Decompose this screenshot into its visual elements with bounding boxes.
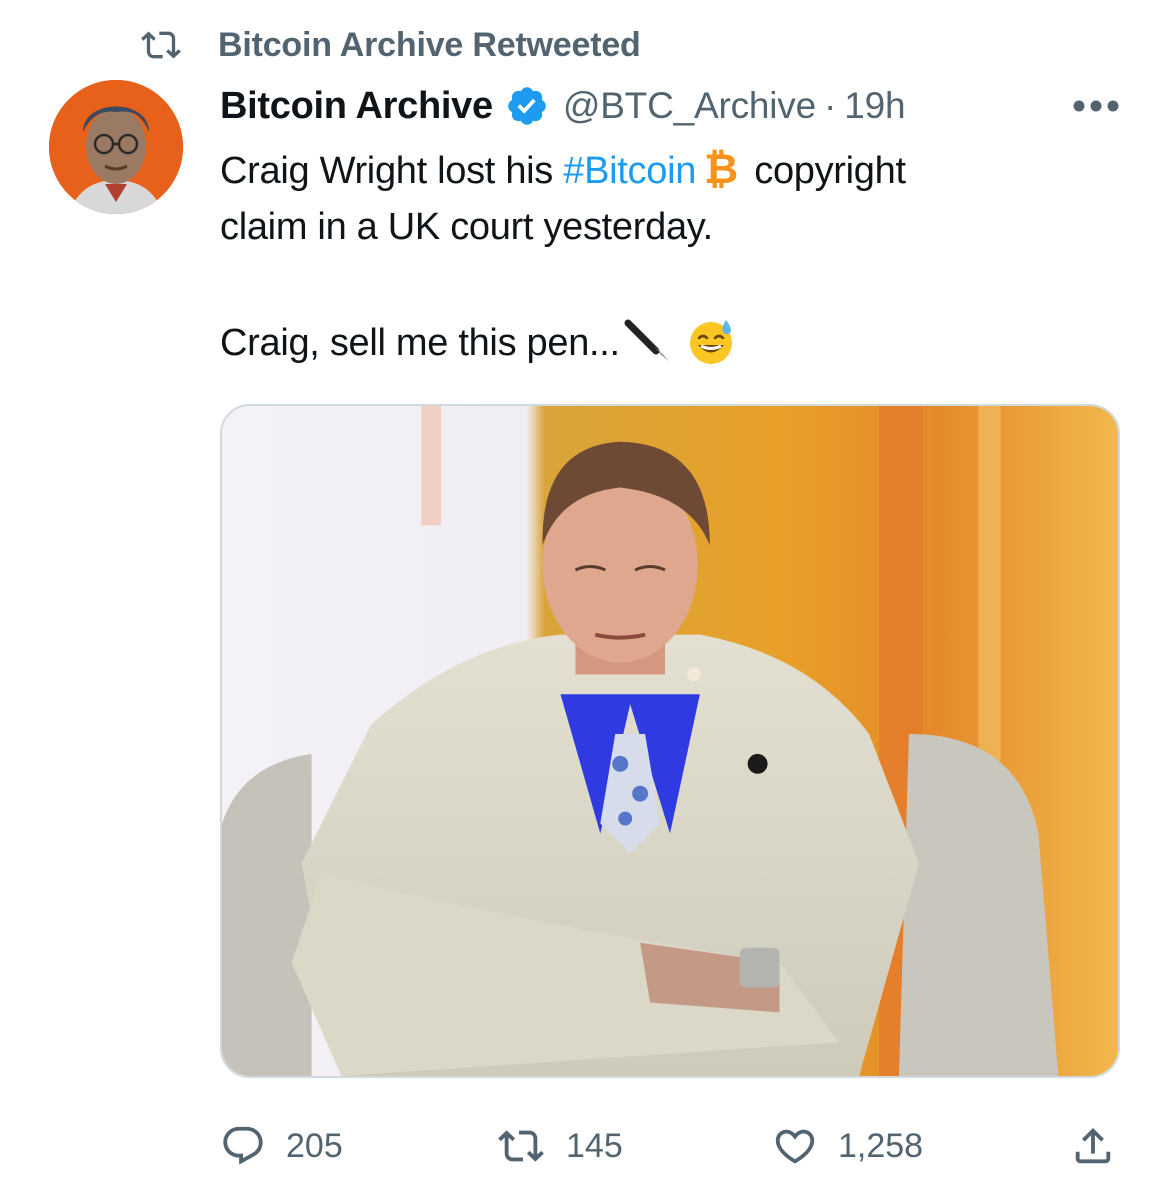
heart-icon: [775, 1129, 815, 1164]
tweet-line-1: Craig Wright lost his #Bitcoin ₿ copyrigh…: [220, 140, 1120, 198]
sweat-smile-emoji: [686, 316, 736, 366]
share-button[interactable]: [1070, 1118, 1116, 1174]
retweet-button[interactable]: 145: [496, 1118, 623, 1174]
tweet-timestamp[interactable]: 19h: [844, 85, 905, 127]
tweet-header: Bitcoin Archive @BTC_Archive · 19h: [220, 80, 906, 132]
avatar[interactable]: [49, 80, 183, 214]
avatar-image: [49, 80, 183, 214]
hashtag-link[interactable]: #Bitcoin: [563, 150, 696, 192]
share-icon: [1075, 1127, 1111, 1164]
tweet-media-image[interactable]: [220, 404, 1120, 1078]
retweet-icon: [498, 1130, 544, 1162]
tweet-text-segment: Craig Wright lost his: [220, 150, 564, 192]
reply-count: 205: [286, 1126, 343, 1165]
photo: [222, 406, 1118, 1076]
more-icon: [1073, 100, 1119, 112]
retweet-header: Bitcoin Archive Retweeted: [138, 22, 641, 68]
verified-badge-icon[interactable]: [505, 84, 549, 128]
retweet-count: 145: [566, 1126, 623, 1165]
more-options-button[interactable]: [1068, 86, 1124, 126]
reply-button[interactable]: 205: [220, 1118, 343, 1174]
tweet-text: Craig Wright lost his #Bitcoin ₿ copyrigh…: [220, 140, 1120, 372]
author-display-name[interactable]: Bitcoin Archive: [220, 85, 493, 128]
author-handle[interactable]: @BTC_Archive: [563, 85, 816, 127]
like-button[interactable]: 1,258: [772, 1118, 923, 1174]
reply-icon: [223, 1126, 263, 1165]
tweet-line-2: claim in a UK court yesterday.: [220, 206, 713, 248]
bitcoin-symbol-icon: ₿: [704, 145, 738, 192]
retweet-icon: [141, 31, 181, 59]
separator-dot: ·: [823, 85, 837, 126]
tweet-line-4: Craig, sell me this pen...: [220, 314, 1120, 372]
retweeted-by-label[interactable]: Bitcoin Archive Retweeted: [218, 26, 641, 65]
tweet-text-segment: Craig, sell me this pen...: [220, 322, 620, 364]
pen-icon: [620, 317, 674, 365]
tweet-text-segment: copyright: [743, 150, 906, 192]
like-count: 1,258: [838, 1126, 924, 1165]
